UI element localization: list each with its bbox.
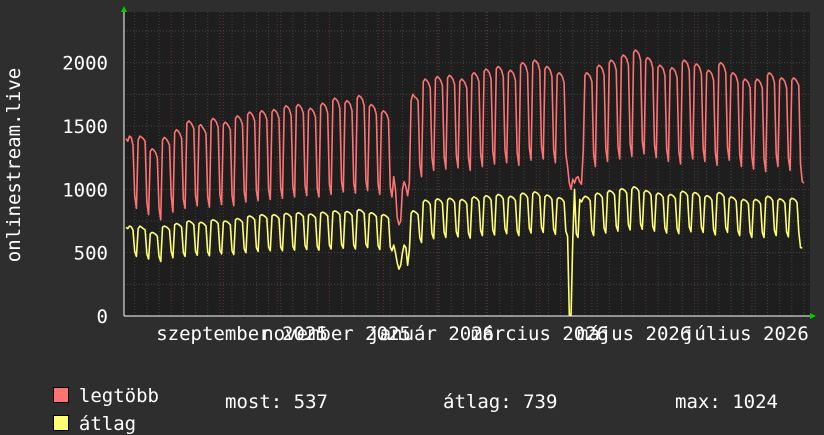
y-tick-label: 1000 (62, 179, 108, 201)
y-tick-label: 500 (74, 243, 108, 265)
legend-item-avg: átlag (30, 391, 136, 435)
legend-label-avg: átlag (78, 413, 137, 435)
y-axis-label: onlinestream.live (3, 68, 25, 262)
y-axis-arrow (121, 6, 127, 12)
x-tick-label: május 2026 (577, 323, 691, 345)
x-tick-label: július 2026 (683, 323, 809, 345)
stat-avg: átlag: 739 (443, 391, 558, 413)
x-axis-arrow (810, 313, 816, 319)
stat-now: most: 537 (225, 391, 328, 413)
legend-swatch-avg (52, 415, 69, 431)
y-tick-label: 1500 (62, 116, 108, 138)
y-tick-label: 0 (97, 306, 108, 328)
stat-max: max: 1024 (675, 391, 778, 413)
y-tick-label: 2000 (62, 53, 108, 75)
